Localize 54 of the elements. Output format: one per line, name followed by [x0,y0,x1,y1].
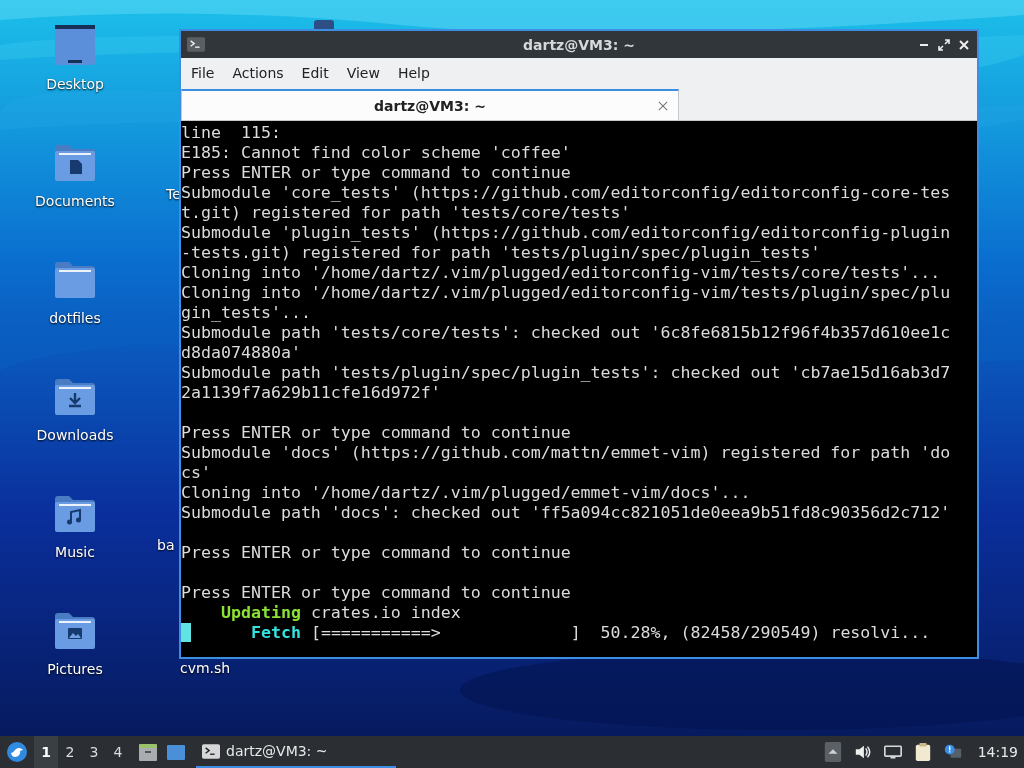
icon-label[interactable]: dotfiles [49,310,101,326]
clipboard-icon[interactable] [913,742,932,762]
terminal-text: t.git) registered for path 'tests/core/tests' [181,203,631,223]
text-cursor [181,623,191,642]
icon-label[interactable]: Music [55,544,95,560]
terminal-text: gin_tests'... [181,303,311,323]
window-title: dartz@VM3: ~ [523,36,635,53]
menu-item[interactable]: Actions [224,65,292,81]
workspace-button[interactable]: 1 [34,736,58,768]
terminal-text: Press ENTER or type command to continue [181,163,571,183]
tab[interactable]: dartz@VM3: ~ [181,89,679,120]
maximize-icon[interactable] [938,38,950,51]
menu-item[interactable]: View [338,65,388,81]
menu-item[interactable]: File [183,65,223,81]
clock: 14:19 [977,744,1018,760]
icon-label[interactable]: Downloads [36,427,114,443]
icon-label[interactable]: Documents [35,193,115,209]
menu-item[interactable]: Edit [293,65,337,81]
workspace-button[interactable]: 4 [106,736,130,768]
terminal-text: Submodule path 'tests/plugin/spec/plugin_tests': checked out 'cb7ae15d16ab3d7 [181,363,951,383]
terminal-text: Submodule 'core_tests' (https://github.com/editorconfig/editorconfig-core-tes [181,183,951,203]
icon-label[interactable]: cvm.sh [180,660,231,676]
terminal-text: 2a1139f7a629b11cfe16d972f' [181,383,441,403]
taskbar-button[interactable]: dartz@VM3: ~ [196,736,396,768]
terminal-text: Cloning into '/home/dartz/.vim/plugged/editorconfig-vim/tests/core/tests'... [181,263,941,283]
terminal-text: Submodule 'plugin_tests' (https://github.com/editorconfig/editorconfig-plugin [181,223,951,243]
terminal-text: Press ENTER or type command to continue [181,583,571,603]
terminal-text: crates.io index [309,603,461,623]
terminal-text: Press ENTER or type command to continue [181,543,571,563]
terminal-icon [187,37,205,52]
terminal-text: Press ENTER or type command to continue [181,423,571,443]
start-menu-icon[interactable] [6,741,28,763]
file-cabinet-icon[interactable] [138,742,158,762]
icon-label[interactable]: Te [166,186,181,202]
workspace-button[interactable]: 2 [58,736,82,768]
terminal-text: Submodule path 'tests/core/tests': checked out '6c8fe6815b12f96f4b357d610ee1c [181,323,951,343]
terminal-text: cs' [181,463,211,483]
menu-item[interactable]: Help [389,65,438,81]
desktop-icon[interactable] [166,742,186,762]
terminal-text: d8da074880a' [181,343,301,363]
terminal-text: Submodule 'docs' (https://github.com/mattn/emmet-vim) registered for path 'do [181,443,951,463]
workspace-button[interactable]: 3 [82,736,106,768]
terminal-text: Submodule path 'docs': checked out 'ff5a094cc821051de0eea9b51fd8c90356d2c712' [181,503,951,523]
terminal-text: E185: Cannot find color scheme 'coffee' [181,143,571,163]
terminal-text: Cloning into '/home/dartz/.vim/plugged/editorconfig-vim/tests/plugin/spec/plu [181,283,951,303]
icon-label[interactable]: ba [157,537,175,553]
icon-label[interactable]: Pictures [47,661,103,677]
terminal-text: [===========> ] 50.28%, (82458/290549) resolvi... [309,623,931,643]
terminal-text: Cloning into '/home/dartz/.vim/plugged/emmet-vim/docs'... [181,483,751,503]
terminal-text: Fetch [249,623,301,643]
terminal-icon [202,743,220,759]
terminal-text: line 115: [181,123,281,143]
terminal-text: Updating [219,603,301,623]
terminal-text: -tests.git) registered for path 'tests/plugin/spec/plugin_tests' [181,243,821,263]
